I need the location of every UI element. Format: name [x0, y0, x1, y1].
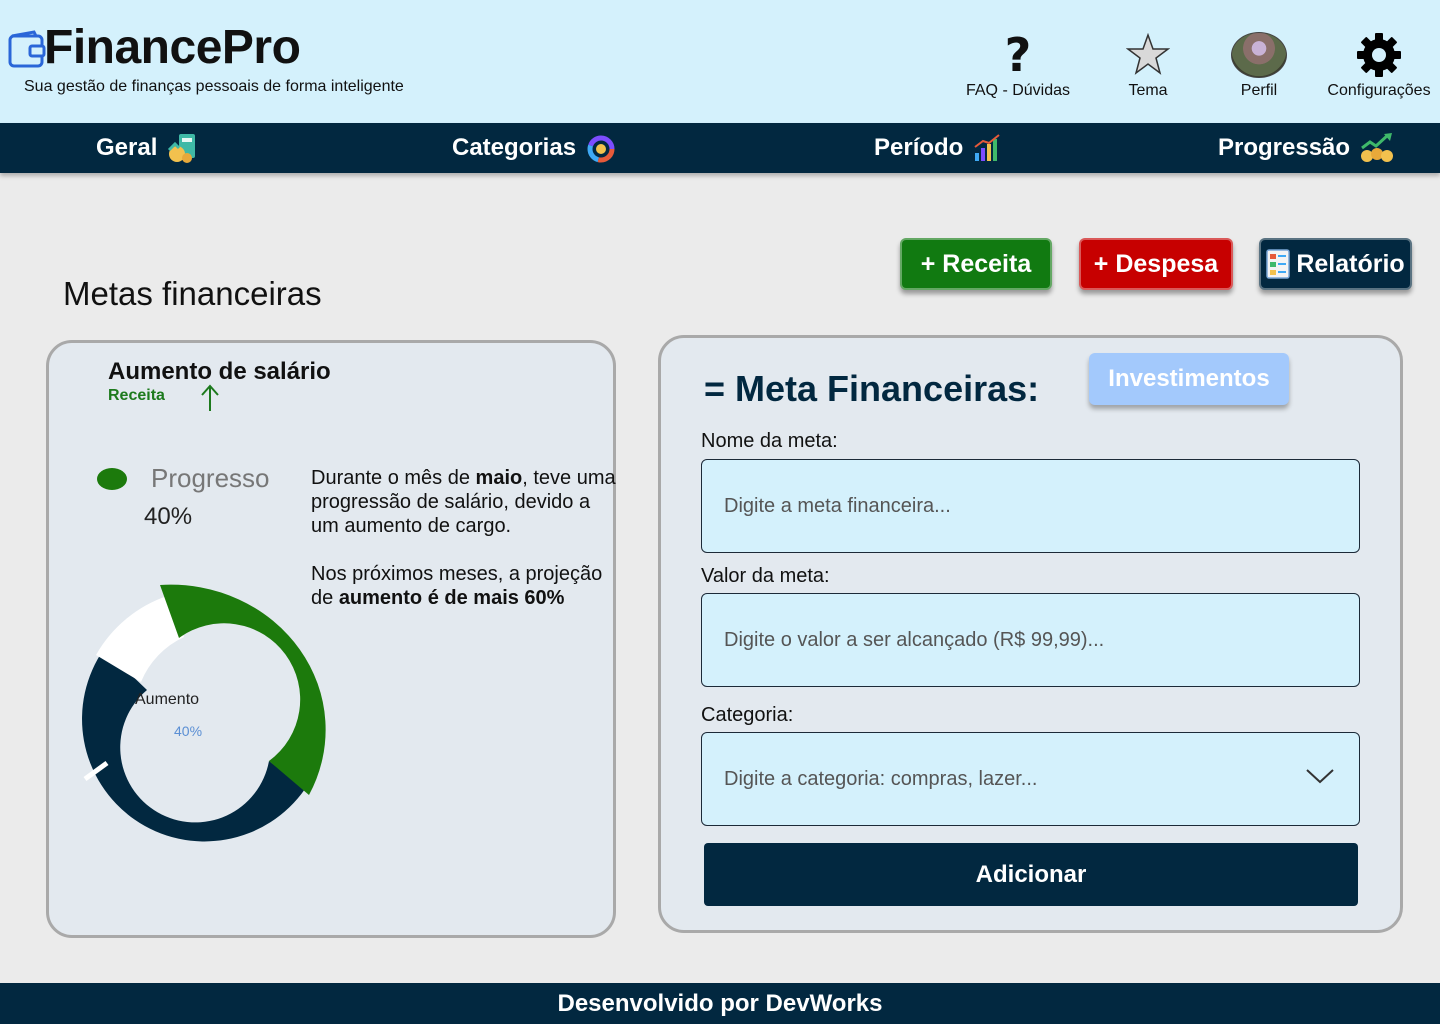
- goal-value-placeholder: Digite o valor a ser alcançado (R$ 99,99…: [724, 628, 1105, 651]
- report-label: Relatório: [1296, 249, 1405, 278]
- money-icon: [168, 134, 196, 163]
- report-icon: [1266, 249, 1291, 279]
- goal-form-card: = Meta Financeiras: Investimentos Nome d…: [658, 335, 1403, 933]
- star-icon: [1126, 33, 1170, 75]
- investments-chip[interactable]: Investimentos: [1089, 353, 1289, 405]
- growth-icon: [1361, 133, 1394, 162]
- legend-value: 40%: [144, 503, 193, 530]
- nav-label: Geral: [96, 134, 158, 161]
- add-goal-button[interactable]: Adicionar: [704, 843, 1358, 906]
- avatar: [1231, 32, 1287, 78]
- faq-button[interactable]: ? FAQ - Dúvidas: [964, 30, 1072, 100]
- desc-bold: aumento é de mais 60%: [338, 587, 565, 609]
- form-title: = Meta Financeiras:: [704, 368, 1040, 409]
- goal-type: Receita: [108, 387, 165, 404]
- goal-name-label: Nome da meta:: [701, 430, 838, 452]
- category-placeholder: Digite a categoria: compras, lazer...: [724, 767, 1038, 790]
- report-button[interactable]: Relatório: [1259, 238, 1412, 290]
- goal-card: Aumento de salário Receita Progresso 40%…: [46, 340, 616, 938]
- settings-button[interactable]: Configurações: [1322, 30, 1436, 100]
- donut-track-dark: [82, 649, 305, 842]
- donut-progress-segment: [160, 584, 326, 795]
- desc-text: Durante o mês de: [311, 467, 476, 489]
- donut-center-value: 40%: [174, 723, 203, 739]
- legend-swatch: [97, 468, 127, 490]
- category-icon: [587, 135, 615, 163]
- add-income-button[interactable]: + Receita: [900, 238, 1052, 290]
- nav-item-periodo[interactable]: Período: [874, 123, 1001, 173]
- goal-value-label: Valor da meta:: [701, 565, 830, 587]
- theme-button[interactable]: Tema: [1120, 30, 1176, 100]
- footer: Desenvolvido por DevWorks: [0, 983, 1440, 1024]
- add-expense-button[interactable]: + Despesa: [1079, 238, 1233, 290]
- theme-label: Tema: [1128, 82, 1168, 99]
- nav-item-progressao[interactable]: Progressão: [1218, 123, 1394, 173]
- settings-label: Configurações: [1327, 82, 1431, 99]
- gear-icon: [1357, 33, 1401, 77]
- nav-label: Período: [874, 134, 964, 161]
- brand-name[interactable]: FinancePro: [44, 20, 301, 76]
- tagline: Sua gestão de finanças pessoais de forma…: [24, 78, 404, 95]
- main-nav: Geral Categorias Período Progressão: [0, 123, 1440, 173]
- nav-item-geral[interactable]: Geral: [96, 123, 199, 173]
- section-title: Metas financeiras: [63, 275, 322, 312]
- desc-bold: maio: [475, 467, 523, 489]
- app-header: FinancePro Sua gestão de finanças pessoa…: [0, 0, 1440, 123]
- nav-label: Progressão: [1218, 134, 1351, 161]
- goal-title: Aumento de salário: [108, 358, 331, 385]
- legend-label: Progresso: [151, 463, 270, 493]
- chevron-down-icon: [1306, 769, 1334, 784]
- nav-label: Categorias: [452, 134, 577, 161]
- goal-name-placeholder: Digite a meta financeira...: [724, 494, 951, 517]
- goal-value-input[interactable]: Digite o valor a ser alcançado (R$ 99,99…: [701, 593, 1360, 687]
- profile-button[interactable]: Perfil: [1230, 30, 1288, 100]
- bar-chart-icon: [974, 134, 1000, 161]
- wallet-icon: [8, 30, 46, 68]
- profile-label: Perfil: [1240, 82, 1278, 99]
- progress-donut-chart: [82, 584, 326, 842]
- faq-label: FAQ - Dúvidas: [965, 82, 1071, 99]
- goal-description: Durante o mês de maio, teve uma progress…: [311, 466, 621, 610]
- arrow-up-icon: [201, 384, 219, 411]
- category-label: Categoria:: [701, 704, 794, 726]
- donut-center-label: Aumento: [135, 691, 200, 708]
- question-icon: ?: [1004, 28, 1032, 82]
- goal-name-input[interactable]: Digite a meta financeira...: [701, 459, 1360, 553]
- category-select[interactable]: Digite a categoria: compras, lazer...: [701, 732, 1360, 826]
- nav-item-categorias[interactable]: Categorias: [452, 123, 618, 173]
